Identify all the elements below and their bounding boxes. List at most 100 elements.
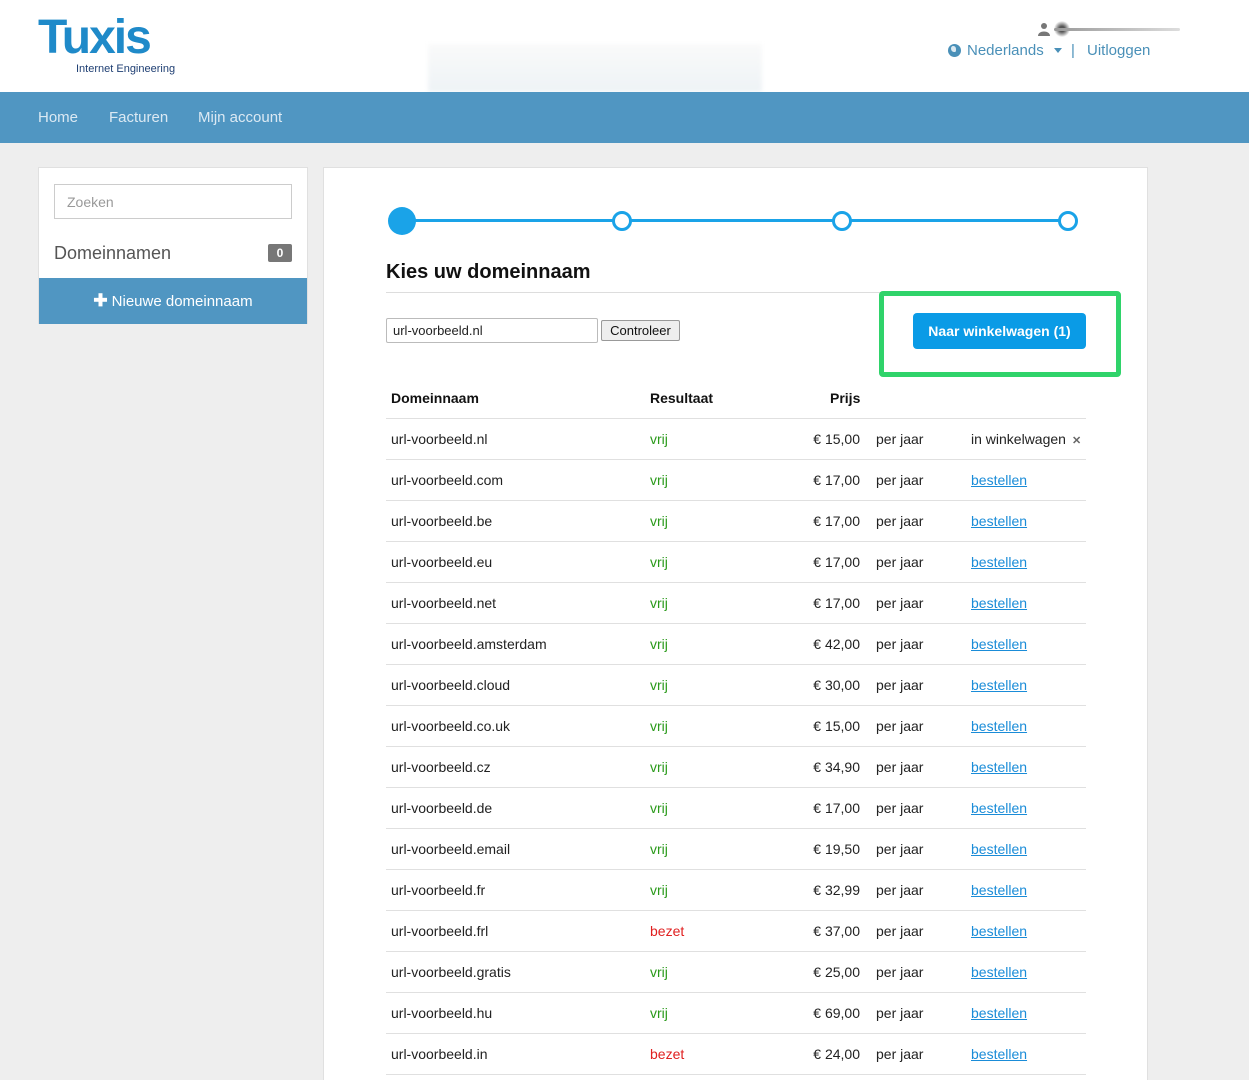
cart-button[interactable]: Naar winkelwagen (1): [913, 313, 1086, 349]
domain-name: url-voorbeeld.in: [391, 1046, 488, 1062]
domain-name: url-voorbeeld.co.uk: [391, 718, 511, 734]
period: per jaar: [876, 800, 924, 816]
new-domain-button[interactable]: ✚ Nieuwe domeinnaam: [39, 278, 307, 324]
result-status: vrij: [650, 1005, 668, 1021]
language-label: Nederlands: [967, 42, 1044, 59]
action-cell: bestellen: [971, 841, 1027, 857]
action-cell: bestellen: [971, 472, 1027, 488]
result-status: bezet: [650, 923, 685, 939]
action-cell: bestellen: [971, 964, 1027, 980]
user-info: [1038, 20, 1188, 40]
action-cell: bestellen: [971, 677, 1027, 693]
period: per jaar: [876, 431, 924, 447]
domain-name: url-voorbeeld.cz: [391, 759, 491, 775]
order-link[interactable]: bestellen: [971, 1005, 1027, 1021]
action-cell: bestellen: [971, 923, 1027, 939]
domain-name: url-voorbeeld.de: [391, 800, 493, 816]
nav-item-mijn-account[interactable]: Mijn account: [198, 109, 282, 126]
price: € 25,00: [813, 964, 860, 980]
domain-name: url-voorbeeld.hu: [391, 1005, 493, 1021]
new-domain-label: Nieuwe domeinnaam: [111, 293, 253, 310]
result-status: vrij: [650, 554, 668, 570]
count-badge: 0: [268, 244, 292, 262]
action-cell: bestellen: [971, 800, 1027, 816]
order-link[interactable]: bestellen: [971, 923, 1027, 939]
logo[interactable]: Tuxis Internet Engineering: [38, 14, 178, 78]
period: per jaar: [876, 964, 924, 980]
nav-item-home[interactable]: Home: [38, 109, 78, 126]
page-title: Kies uw domeinnaam: [386, 261, 591, 283]
period: per jaar: [876, 882, 924, 898]
order-link[interactable]: bestellen: [971, 677, 1027, 693]
chevron-down-icon: [1053, 48, 1062, 53]
table-row: url-voorbeeld.fr vrij € 32,99 per jaar beste…: [386, 870, 1086, 911]
price: € 34,90: [813, 759, 860, 775]
domain-input[interactable]: [386, 318, 598, 343]
order-link[interactable]: bestellen: [971, 964, 1027, 980]
logout-link[interactable]: Uitloggen: [1087, 42, 1150, 59]
domain-name: url-voorbeeld.net: [391, 595, 497, 611]
table-row: url-voorbeeld.be vrij € 17,00 per jaar beste…: [386, 501, 1086, 542]
table-row: url-voorbeeld.com vrij € 17,00 per jaar best…: [386, 460, 1086, 501]
step-4: [1058, 211, 1078, 231]
order-link[interactable]: bestellen: [971, 472, 1027, 488]
action-cell: bestellen: [971, 882, 1027, 898]
logo-text: Tuxis: [38, 11, 152, 64]
language-selector[interactable]: Nederlands: [948, 42, 1062, 59]
order-link[interactable]: bestellen: [971, 636, 1027, 652]
order-link[interactable]: bestellen: [971, 1046, 1027, 1062]
main-nav: Home Facturen Mijn account: [0, 92, 1249, 143]
domain-name: url-voorbeeld.gratis: [391, 964, 511, 980]
table-row: url-voorbeeld.de vrij € 17,00 per jaar beste…: [386, 788, 1086, 829]
price: € 69,00: [813, 1005, 860, 1021]
action-cell: bestellen: [971, 554, 1027, 570]
step-2: [612, 211, 632, 231]
globe-icon: [948, 44, 961, 57]
plus-icon: ✚: [93, 291, 108, 310]
close-icon[interactable]: ✕: [1072, 435, 1081, 447]
col-domain: Domeinnaam: [391, 390, 479, 406]
price: € 17,00: [813, 513, 860, 529]
price: € 17,00: [813, 595, 860, 611]
table-row: url-voorbeeld.cz vrij € 34,90 per jaar beste…: [386, 747, 1086, 788]
domain-name: url-voorbeeld.eu: [391, 554, 493, 570]
order-link[interactable]: bestellen: [971, 759, 1027, 775]
redacted-area: [428, 44, 762, 92]
sidebar-item-domeinnamen[interactable]: Domeinnamen: [54, 243, 171, 264]
order-link[interactable]: bestellen: [971, 595, 1027, 611]
order-link[interactable]: bestellen: [971, 554, 1027, 570]
check-button[interactable]: Controleer: [601, 320, 680, 341]
price: € 42,00: [813, 636, 860, 652]
table-row: url-voorbeeld.email vrij € 19,50 per jaar be…: [386, 829, 1086, 870]
order-link[interactable]: bestellen: [971, 882, 1027, 898]
result-status: vrij: [650, 431, 668, 447]
price: € 24,00: [813, 1046, 860, 1062]
action-cell: bestellen: [971, 718, 1027, 734]
logo-tagline: Internet Engineering: [76, 63, 176, 75]
result-status: vrij: [650, 841, 668, 857]
result-status: vrij: [650, 718, 668, 734]
header-separator: |: [1071, 42, 1075, 59]
order-link[interactable]: bestellen: [971, 513, 1027, 529]
nav-item-facturen[interactable]: Facturen: [109, 109, 168, 126]
search-input[interactable]: [54, 184, 292, 219]
period: per jaar: [876, 841, 924, 857]
period: per jaar: [876, 923, 924, 939]
in-cart-label: in winkelwagen: [971, 431, 1066, 447]
action-cell: bestellen: [971, 595, 1027, 611]
table-row: url-voorbeeld.cloud vrij € 30,00 per jaar be…: [386, 665, 1086, 706]
price: € 15,00: [813, 431, 860, 447]
user-icon: [1038, 23, 1050, 36]
period: per jaar: [876, 718, 924, 734]
action-cell: bestellen: [971, 513, 1027, 529]
period: per jaar: [876, 759, 924, 775]
result-status: vrij: [650, 636, 668, 652]
price: € 30,00: [813, 677, 860, 693]
order-link[interactable]: bestellen: [971, 841, 1027, 857]
period: per jaar: [876, 472, 924, 488]
domain-name: url-voorbeeld.amsterdam: [391, 636, 547, 652]
order-link[interactable]: bestellen: [971, 718, 1027, 734]
sidebar: Domeinnamen 0 ✚Nieuwe domeinnaam: [38, 167, 308, 324]
order-link[interactable]: bestellen: [971, 800, 1027, 816]
period: per jaar: [876, 513, 924, 529]
